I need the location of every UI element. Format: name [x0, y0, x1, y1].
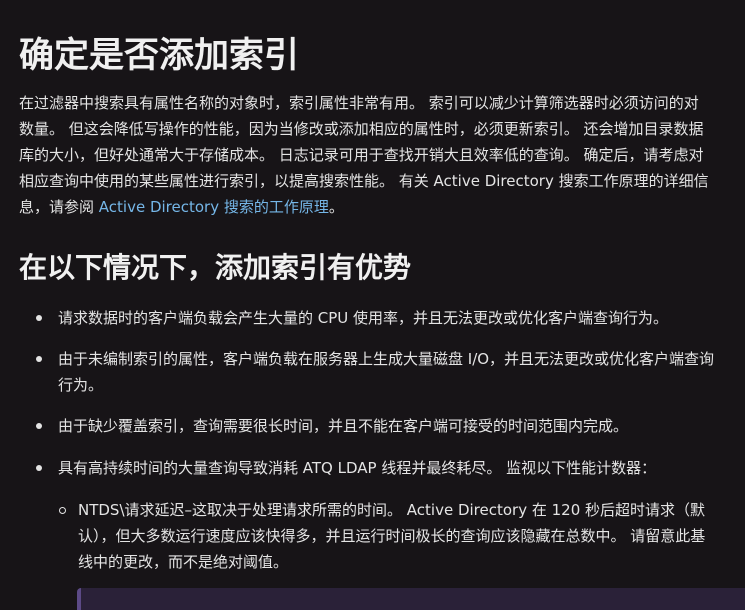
- list-item-text: 具有高持续时间的大量查询导致消耗 ATQ LDAP 线程并最终耗尽。 监视以下性…: [58, 459, 657, 477]
- sub-list-item-text: NTDS\请求延迟–这取决于处理请求所需的时间。 Active Director…: [78, 501, 706, 519]
- intro-last-line: 息，请参阅 Active Directory 搜索的工作原理。: [19, 194, 745, 220]
- intro-paragraph: 在过滤器中搜索具有属性名称的对象时，索引属性非常有用。 索引可以减少计算筛选器时…: [19, 90, 745, 220]
- intro-last-line-prefix: 息，请参阅: [19, 198, 99, 216]
- list-item: 具有高持续时间的大量查询导致消耗 ATQ LDAP 线程并最终耗尽。 监视以下性…: [36, 455, 745, 481]
- sub-list-item: NTDS\请求延迟–这取决于处理请求所需的时间。 Active Director…: [59, 497, 745, 575]
- intro-line: 库的大小，但好处通常大于存储成本。 日志记录可用于查找开销大且效率低的查询。 确…: [19, 146, 704, 164]
- bullet-disc-icon: [36, 356, 42, 362]
- note-callout: [77, 588, 745, 610]
- bullet-circle-icon: [59, 507, 66, 514]
- bullet-disc-icon: [36, 315, 42, 321]
- sub-list-item-text: 线中的更改，而不是绝对阈值。: [78, 553, 289, 571]
- intro-line: 数量。 但这会降低写操作的性能，因为当修改或添加相应的属性时，必须更新索引。 还…: [19, 120, 704, 138]
- intro-line: 在过滤器中搜索具有属性名称的对象时，索引属性非常有用。 索引可以减少计算筛选器时…: [19, 94, 699, 112]
- intro-line: 相应查询中使用的某些属性进行索引，以提高搜索性能。 有关 Active Dire…: [19, 172, 709, 190]
- list-item-text: 由于未编制索引的属性，客户端负载在服务器上生成大量磁盘 I/O，并且无法更改或优…: [58, 350, 715, 368]
- list-item-text: 由于缺少覆盖索引，查询需要很长时间，并且不能在客户端可接受的时间范围内完成。: [58, 417, 629, 435]
- page-title: 确定是否添加索引: [19, 36, 300, 76]
- bullet-disc-icon: [36, 423, 42, 429]
- bullet-disc-icon: [36, 465, 42, 471]
- list-item: 请求数据时的客户端负载会产生大量的 CPU 使用率，并且无法更改或优化客户端查询…: [36, 305, 745, 331]
- sub-list-item-text: 认），但大多数运行速度应该快得多，并且运行时间极长的查询应该隐藏在总数中。 请留…: [78, 527, 706, 545]
- section-heading: 在以下情况下，添加索引有优势: [19, 251, 412, 284]
- list-item: 由于未编制索引的属性，客户端负载在服务器上生成大量磁盘 I/O，并且无法更改或优…: [36, 346, 745, 398]
- list-item-text: 行为。: [58, 376, 104, 394]
- list-item: 由于缺少覆盖索引，查询需要很长时间，并且不能在客户端可接受的时间范围内完成。: [36, 413, 745, 439]
- how-search-works-link[interactable]: Active Directory 搜索的工作原理: [99, 198, 329, 216]
- list-item-text: 请求数据时的客户端负载会产生大量的 CPU 使用率，并且无法更改或优化客户端查询…: [58, 309, 669, 327]
- intro-last-line-suffix: 。: [328, 198, 344, 216]
